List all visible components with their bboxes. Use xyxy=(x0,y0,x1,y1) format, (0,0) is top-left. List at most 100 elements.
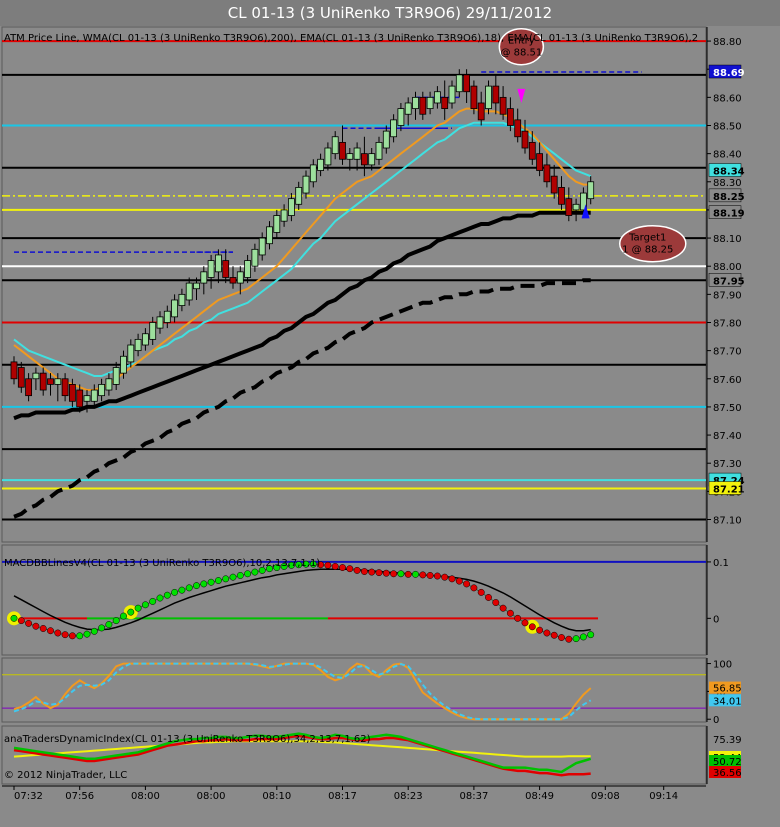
macd-dot-up xyxy=(397,570,405,578)
stochastic-value-label: 56.85 xyxy=(713,684,742,695)
macd-dot-up xyxy=(572,635,580,643)
candle-down xyxy=(17,367,25,388)
candle-down xyxy=(558,187,565,205)
macd-dot-up xyxy=(76,632,84,640)
candle-up xyxy=(32,372,40,380)
y-tick-label: 0 xyxy=(713,715,719,726)
candle-down xyxy=(25,378,33,397)
macd-dot-up xyxy=(134,604,142,612)
x-tick-label: 08:00 xyxy=(197,791,226,802)
macd-dot-up xyxy=(222,575,230,583)
macd-dot-up xyxy=(185,584,193,592)
candle-up xyxy=(295,187,303,205)
price-marker-label: 88.19 xyxy=(713,209,745,220)
candle-down xyxy=(339,141,346,160)
macd-dot-up xyxy=(10,614,18,622)
candle-down xyxy=(543,164,551,183)
candle-up xyxy=(317,158,325,171)
macd-dot-down xyxy=(360,568,368,575)
macd-dot-down xyxy=(61,631,69,639)
price-marker-label: 87.95 xyxy=(713,276,745,287)
macd-dot-down xyxy=(47,627,54,635)
macd-dot-up xyxy=(587,631,595,639)
price-marker-label: 88.69 xyxy=(713,68,745,79)
y-tick-label: 0 xyxy=(713,614,719,625)
candle-down xyxy=(69,384,76,402)
macd-dot-down xyxy=(455,577,463,585)
macd-dot-down xyxy=(382,569,390,577)
macd-dot-down xyxy=(25,619,33,627)
candle-up xyxy=(120,355,127,374)
price-panel-label: ATM Price Line, WMA(CL 01-13 (3 UniRenko… xyxy=(4,33,698,44)
candle-up xyxy=(324,147,332,166)
candle-up xyxy=(112,367,120,385)
x-tick-label: 08:23 xyxy=(394,791,423,802)
candle-up xyxy=(149,322,157,340)
candle-down xyxy=(514,119,522,138)
background xyxy=(0,0,780,827)
macd-dot-up xyxy=(229,573,237,581)
candle-down xyxy=(222,260,230,278)
candle-up xyxy=(346,153,354,160)
x-tick-label: 08:10 xyxy=(262,791,291,802)
candle-up xyxy=(200,271,208,284)
macd-dot-down xyxy=(426,572,434,579)
chart-canvas: Entry@ 88.51Target11 @ 88.25ATM Price Li… xyxy=(0,0,780,827)
candle-up xyxy=(214,254,222,273)
candle-down xyxy=(470,85,478,110)
candle-up xyxy=(368,153,376,166)
macd-dot-down xyxy=(470,584,478,592)
candle-up xyxy=(433,91,441,104)
macd-dot-down xyxy=(528,623,536,631)
macd-dot-down xyxy=(339,564,346,572)
y-tick-label: 88.30 xyxy=(713,178,742,189)
candle-up xyxy=(455,74,463,93)
macd-dot-up xyxy=(149,597,157,605)
candle-up xyxy=(375,141,383,160)
target-price-label: 1 @ 88.25 xyxy=(622,245,673,256)
candle-up xyxy=(382,130,390,149)
candle-down xyxy=(492,85,500,104)
window-title: CL 01-13 (3 UniRenko T3R9O6) 29/11/2012 xyxy=(227,4,553,22)
x-tick-label: 07:56 xyxy=(65,791,94,802)
candle-down xyxy=(419,96,427,115)
y-tick-label: 88.60 xyxy=(713,93,742,104)
y-tick-label: 88.10 xyxy=(713,234,742,245)
macd-dot-down xyxy=(404,570,412,578)
macd-dot-down xyxy=(39,625,47,632)
macd-dot-down xyxy=(375,569,383,577)
macd-dot-down xyxy=(558,634,565,641)
macd-dot-down xyxy=(477,588,485,596)
candle-up xyxy=(171,299,179,318)
candle-up xyxy=(134,338,142,352)
y-tick-label: 87.60 xyxy=(713,375,742,386)
macd-dot-down xyxy=(521,619,529,627)
macd-dot-down xyxy=(550,631,558,639)
x-tick-label: 08:00 xyxy=(131,791,160,802)
y-tick-label: 87.90 xyxy=(713,290,742,301)
macd-dot-down xyxy=(485,594,492,601)
candle-up xyxy=(331,136,339,155)
candle-up xyxy=(83,395,91,402)
macd-dot-down xyxy=(331,562,339,570)
macd-dot-up xyxy=(83,630,91,638)
macd-dot-down xyxy=(543,629,551,637)
candle-up xyxy=(105,378,113,391)
y-tick-label: 100 xyxy=(713,660,732,671)
candle-up xyxy=(572,203,580,211)
candle-down xyxy=(61,378,69,397)
y-tick-label: 87.80 xyxy=(713,318,742,329)
candle-up xyxy=(587,181,595,200)
macd-dot-up xyxy=(112,617,120,625)
candle-up xyxy=(273,215,281,233)
candle-up xyxy=(353,147,361,160)
macd-dot-up xyxy=(156,594,164,602)
y-tick-label: 88.80 xyxy=(713,37,742,48)
macd-dot-up xyxy=(412,570,419,578)
copyright-label: © 2012 NinjaTrader, LLC xyxy=(4,770,127,781)
candle-up xyxy=(287,198,295,216)
macd-dot-up xyxy=(579,633,587,641)
x-tick-label: 09:08 xyxy=(591,791,620,802)
macd-dot-down xyxy=(506,609,514,617)
y-tick-label: 0.1 xyxy=(713,558,729,569)
